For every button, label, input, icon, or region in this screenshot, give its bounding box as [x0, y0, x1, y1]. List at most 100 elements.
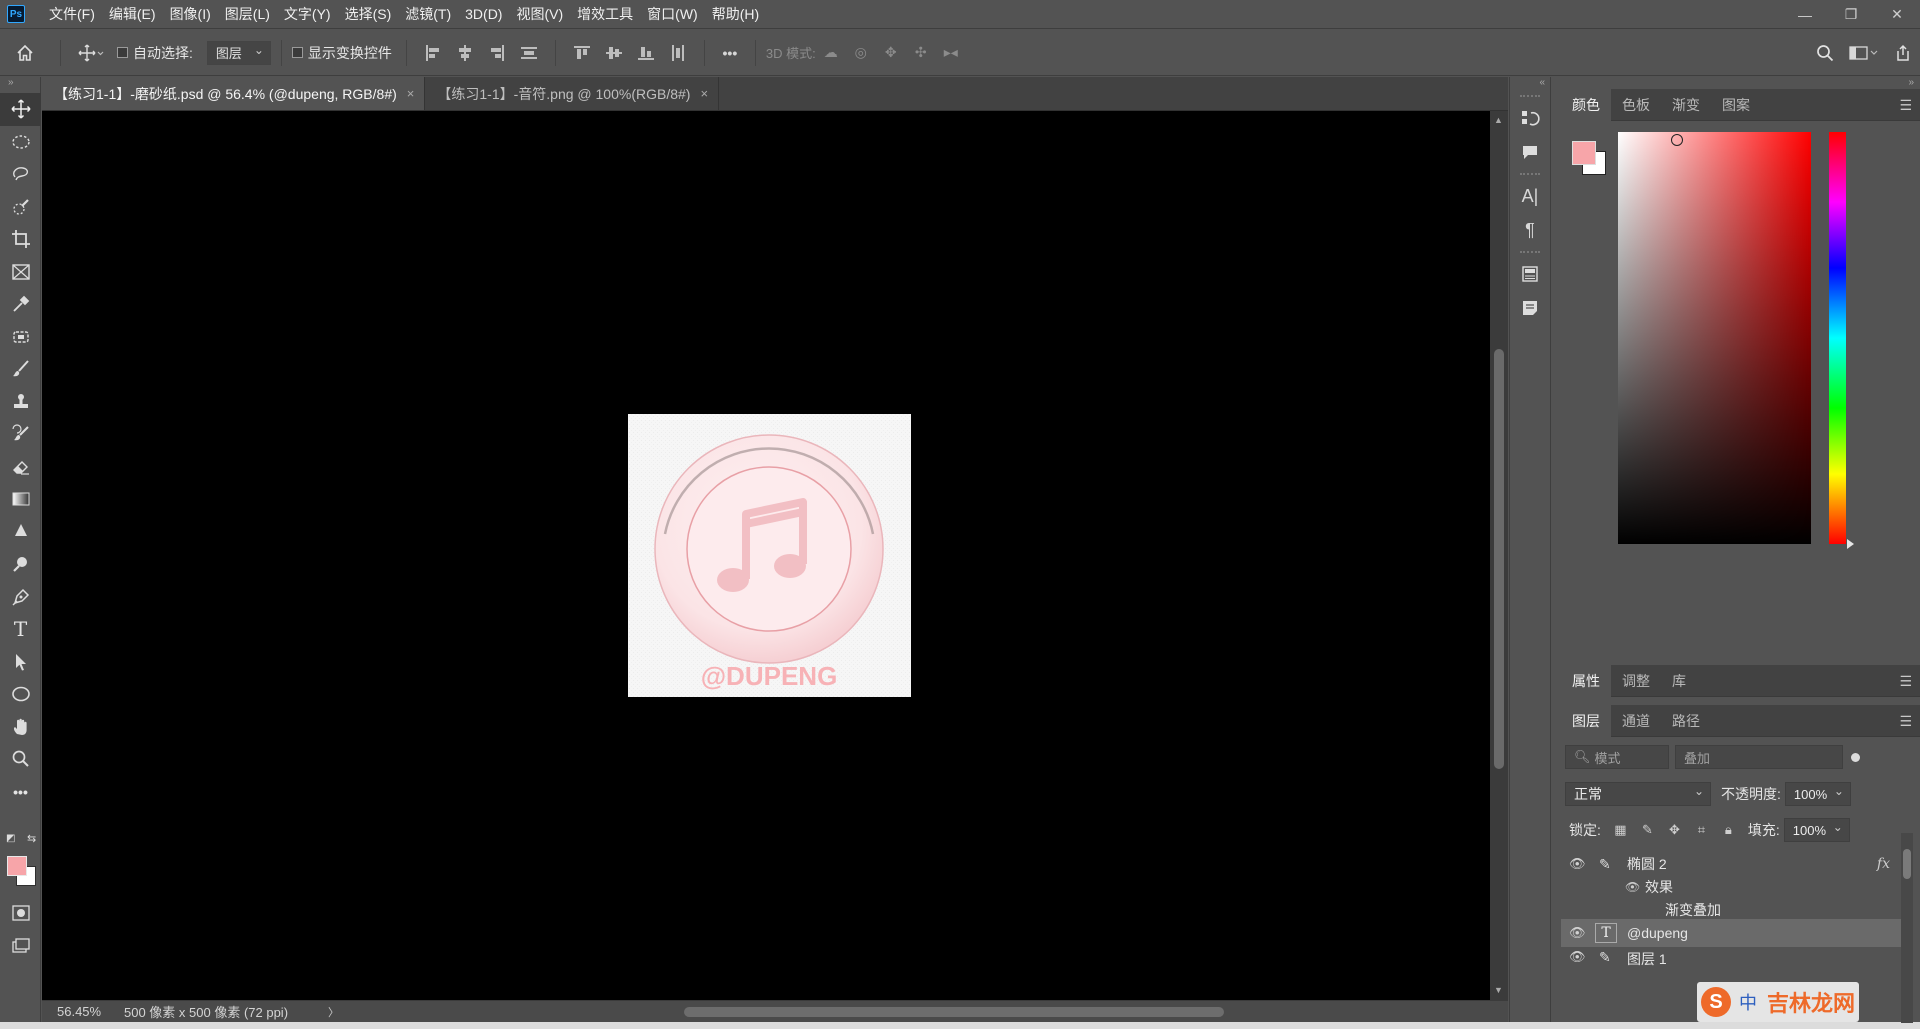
frame-tool-icon[interactable]	[0, 256, 41, 289]
filter-toggle-icon[interactable]	[1851, 752, 1860, 762]
character-panel-icon[interactable]: A|	[1510, 179, 1550, 213]
checkbox-box[interactable]	[291, 47, 303, 58]
dodge-tool-icon[interactable]	[0, 548, 41, 581]
color-picker-field[interactable]	[1618, 132, 1811, 544]
lock-artboard-icon[interactable]: ⌗	[1694, 822, 1709, 838]
tab-gradients[interactable]: 渐变	[1661, 89, 1711, 121]
blend-mode-dropdown[interactable]: 正常	[1565, 782, 1711, 806]
distribute-horizontal-icon[interactable]	[669, 44, 687, 62]
layer-filter-kind[interactable]: 🔍︎ 模式	[1565, 745, 1669, 769]
status-menu-arrow[interactable]: 〉	[328, 1004, 348, 1020]
dock-grip[interactable]	[1520, 251, 1540, 253]
crop-tool-icon[interactable]	[0, 223, 41, 256]
menu-view[interactable]: 视图(V)	[509, 0, 570, 29]
hue-slider[interactable]	[1829, 132, 1846, 544]
menu-filter[interactable]: 滤镜(T)	[398, 0, 458, 29]
brush-tool-icon[interactable]	[0, 353, 41, 386]
menu-image[interactable]: 图像(I)	[163, 0, 218, 29]
3d-scale-icon[interactable]: ▸◂	[936, 38, 966, 68]
tab-color[interactable]: 颜色	[1561, 88, 1611, 121]
layers-scroll-thumb[interactable]	[1903, 849, 1911, 879]
blur-tool-icon[interactable]	[0, 516, 41, 549]
opacity-field[interactable]: 100%	[1784, 782, 1851, 806]
clone-stamp-tool-icon[interactable]	[0, 386, 41, 419]
zoom-level[interactable]: 56.45%	[42, 1004, 110, 1019]
color-picker-cursor[interactable]	[1671, 134, 1683, 146]
eyedropper-tool-icon[interactable]	[0, 288, 41, 321]
comments-panel-icon[interactable]	[1510, 135, 1550, 169]
layer-filter-value[interactable]: 叠加	[1675, 745, 1843, 769]
visibility-eye-icon[interactable]: 👁︎	[1569, 949, 1586, 965]
gradient-tool-icon[interactable]	[0, 483, 41, 516]
path-selection-tool-icon[interactable]	[0, 646, 41, 679]
visibility-eye-icon[interactable]: 👁︎	[1569, 925, 1586, 941]
dock-grip[interactable]	[1520, 173, 1540, 175]
quick-mask-icon[interactable]	[0, 897, 41, 930]
tab-patterns[interactable]: 图案	[1711, 89, 1761, 121]
tab-layers[interactable]: 图层	[1561, 704, 1611, 737]
collapse-panels-icon[interactable]: »	[1908, 77, 1914, 88]
lock-transparent-pixels-icon[interactable]: ▦	[1613, 822, 1628, 838]
horizontal-scroll-thumb[interactable]	[684, 1007, 1224, 1017]
menu-type[interactable]: 文字(Y)	[277, 0, 338, 29]
default-colors-icon[interactable]: ◩	[6, 833, 15, 844]
history-panel-icon[interactable]	[1510, 101, 1550, 135]
document-canvas[interactable]: @DUPENG	[628, 414, 911, 697]
panel-menu-icon[interactable]: ☰	[1899, 713, 1912, 730]
tab-adjustments[interactable]: 调整	[1611, 665, 1661, 697]
layers-scrollbar[interactable]	[1901, 833, 1913, 1023]
edit-toolbar-icon[interactable]: •••	[0, 776, 41, 809]
3d-roll-icon[interactable]: ◎	[846, 38, 876, 68]
layer-fx-badge[interactable]: fx	[1877, 856, 1890, 872]
screen-mode-icon[interactable]	[0, 930, 41, 963]
tab-libraries[interactable]: 库	[1661, 665, 1697, 697]
align-right-edges-icon[interactable]	[488, 44, 506, 62]
align-bottom-edges-icon[interactable]	[637, 44, 655, 62]
show-transform-controls-checkbox[interactable]: 显示变换控件	[291, 43, 392, 63]
notes-panel-icon[interactable]	[1510, 291, 1550, 325]
checkbox-box[interactable]	[117, 47, 128, 58]
close-tab-icon[interactable]: ×	[700, 86, 708, 101]
move-tool-icon[interactable]	[0, 93, 41, 126]
paragraph-panel-icon[interactable]: ¶	[1510, 213, 1550, 247]
menu-file[interactable]: 文件(F)	[42, 0, 102, 29]
dock-grip[interactable]	[1520, 95, 1540, 97]
auto-select-checkbox[interactable]: 自动选择:	[117, 43, 193, 63]
align-horizontal-centers-icon[interactable]	[456, 44, 474, 62]
document-tab[interactable]: 【练习1-1】-音符.png @ 100%(RGB/8#) ×	[425, 77, 720, 110]
fill-field[interactable]: 100%	[1783, 818, 1850, 842]
lock-image-pixels-icon[interactable]: ✎	[1640, 822, 1655, 838]
panel-menu-icon[interactable]: ☰	[1899, 673, 1912, 690]
effects-visibility-eye-icon[interactable]: 👁︎	[1625, 880, 1641, 894]
menu-window[interactable]: 窗口(W)	[640, 0, 705, 29]
lasso-tool-icon[interactable]	[0, 158, 41, 191]
menu-edit[interactable]: 编辑(E)	[102, 0, 163, 29]
eraser-tool-icon[interactable]	[0, 451, 41, 484]
tab-channels[interactable]: 通道	[1611, 705, 1661, 737]
menu-help[interactable]: 帮助(H)	[705, 0, 766, 29]
tab-swatches[interactable]: 色板	[1611, 89, 1661, 121]
search-icon[interactable]	[1808, 38, 1842, 68]
swap-colors-icon[interactable]: ⇆	[27, 832, 36, 845]
type-tool-icon[interactable]: T	[0, 613, 41, 646]
document-info[interactable]: 500 像素 x 500 像素 (72 ppi)	[110, 1002, 328, 1021]
layer-row-selected[interactable]: 👁︎ T @dupeng	[1561, 919, 1906, 947]
align-left-edges-icon[interactable]	[424, 44, 442, 62]
menu-3d[interactable]: 3D(D)	[458, 0, 509, 29]
panel-foreground-swatch[interactable]	[1572, 141, 1596, 165]
minimize-button[interactable]: —	[1782, 0, 1828, 29]
healing-brush-tool-icon[interactable]	[0, 321, 41, 354]
lock-position-icon[interactable]: ✥	[1667, 822, 1682, 838]
share-icon[interactable]	[1886, 38, 1920, 68]
align-vertical-centers-icon[interactable]	[605, 44, 623, 62]
move-tool-preset-icon[interactable]	[71, 38, 111, 68]
panel-menu-icon[interactable]: ☰	[1899, 97, 1912, 114]
layer-name[interactable]: 椭圆 2	[1627, 854, 1667, 874]
gradient-overlay-label[interactable]: 渐变叠加	[1665, 900, 1721, 920]
vertical-scroll-thumb[interactable]	[1494, 349, 1504, 769]
scroll-up-icon[interactable]: ▲	[1494, 115, 1503, 125]
more-options-icon[interactable]: •••	[715, 38, 745, 68]
vertical-scrollbar[interactable]: ▲ ▼	[1490, 111, 1508, 1000]
menu-select[interactable]: 选择(S)	[338, 0, 399, 29]
hue-slider-handle[interactable]	[1847, 539, 1854, 549]
